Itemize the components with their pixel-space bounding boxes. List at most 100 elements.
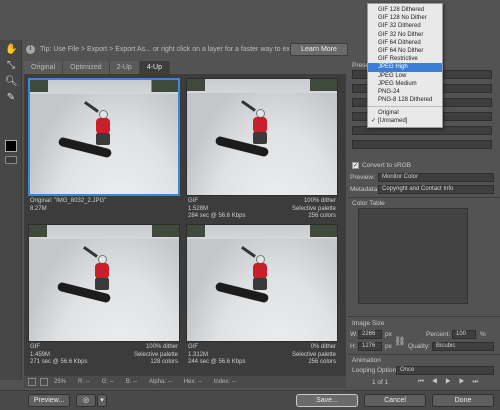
pane-download-time: 244 sec @ 56.6 Kbps xyxy=(188,359,246,365)
pane-format: GIF xyxy=(188,344,198,350)
pane-info: GIF 1.459M 271 sec @ 56.6 Kbps 100% dith… xyxy=(28,342,180,368)
readout-b: B: -- xyxy=(125,379,138,385)
menu-item-png24[interactable]: PNG-24 xyxy=(368,88,442,96)
color-table-label: Color Table xyxy=(352,200,385,207)
done-button[interactable]: Done xyxy=(432,394,494,407)
zoom-level[interactable]: 25% xyxy=(54,379,66,385)
menu-item-gif32nodith[interactable]: GIF 32 No Dither xyxy=(368,31,442,39)
width-label: W: xyxy=(350,331,358,338)
menu-item-original[interactable]: Original xyxy=(368,109,442,117)
menu-item-gif128nodith[interactable]: GIF 128 No Dither xyxy=(368,14,442,22)
pane-format: GIF xyxy=(188,198,198,204)
pane-palette: Selective palette xyxy=(133,351,178,358)
readout-index: Index: -- xyxy=(213,379,236,385)
menu-item-jpeglow[interactable]: JPEG Low xyxy=(368,72,442,80)
pane-dither: 100% dither xyxy=(303,198,336,204)
menu-item-unnamed[interactable]: ✓ [Unnamed] xyxy=(368,117,442,125)
pane-info: Original: "IMG_8032_2.JPG" 8.27M xyxy=(28,196,180,222)
width-unit: px xyxy=(385,331,392,338)
tab-original[interactable]: Original xyxy=(24,61,64,74)
preview-pane-optimized-3[interactable]: GIF 1.312M 244 sec @ 56.6 Kbps 0% dither… xyxy=(186,224,338,368)
pane-dither: 0% dither xyxy=(310,344,336,350)
preview-image[interactable] xyxy=(186,78,338,196)
zoom-out-icon[interactable] xyxy=(28,378,36,386)
menu-item-gif64dith[interactable]: GIF 64 Dithered xyxy=(368,39,442,47)
divider xyxy=(348,197,500,198)
readout-g: G: -- xyxy=(101,379,114,385)
convert-srgb-checkbox[interactable]: ✓ xyxy=(352,162,359,169)
menu-item-gif64nodith[interactable]: GIF 64 No Dither xyxy=(368,47,442,55)
pane-info: GIF 1.312M 244 sec @ 56.6 Kbps 0% dither… xyxy=(186,342,338,368)
pane-size: 1.312M xyxy=(188,351,209,358)
hand-tool-icon[interactable]: ✋ xyxy=(5,44,17,56)
divider xyxy=(348,316,500,317)
preview-select[interactable]: Monitor Color xyxy=(378,173,494,182)
quality-select[interactable]: Bicubic xyxy=(432,342,494,351)
pane-size: 1.528M xyxy=(188,205,209,212)
eyedropper-color-swatch[interactable] xyxy=(5,140,17,152)
cancel-button[interactable]: Cancel xyxy=(364,394,426,407)
toggle-slices-icon[interactable] xyxy=(5,156,17,164)
view-tabs: Original Optimized 2-Up 4-Up xyxy=(24,61,171,74)
menu-item-jpeghigh[interactable]: JPEG High xyxy=(368,63,442,72)
height-input[interactable]: 1276 xyxy=(358,342,382,351)
metadata-label: Metadata: xyxy=(350,186,379,193)
preview-image[interactable] xyxy=(28,224,180,342)
format-options-5[interactable] xyxy=(352,140,492,149)
readout-r: R: -- xyxy=(78,379,90,385)
menu-item-unnamed-label: [Unnamed] xyxy=(378,118,408,125)
pane-palette: Selective palette xyxy=(291,351,336,358)
slice-select-tool-icon[interactable]: ⤡ xyxy=(5,60,17,72)
image-size-label: Image Size xyxy=(352,320,385,327)
pane-format: Original: "IMG_8032_2.JPG" xyxy=(30,198,107,204)
height-label: H: xyxy=(350,343,357,350)
preview-pane-optimized-2[interactable]: GIF 1.459M 271 sec @ 56.6 Kbps 100% dith… xyxy=(28,224,180,368)
preview-pane-original[interactable]: Original: "IMG_8032_2.JPG" 8.27M xyxy=(28,78,180,222)
zoom-in-icon[interactable] xyxy=(40,378,48,386)
width-input[interactable]: 2266 xyxy=(358,330,382,339)
pane-format: GIF xyxy=(30,344,40,350)
browser-menu-chevron-icon[interactable]: ▾ xyxy=(97,394,107,407)
tab-4-up[interactable]: 4-Up xyxy=(139,61,171,74)
pane-colors: 256 colors xyxy=(308,359,336,365)
menu-item-png8[interactable]: PNG-8 128 Dithered xyxy=(368,96,442,104)
menu-item-gif128dith[interactable]: GIF 128 Dithered xyxy=(368,6,442,14)
pane-size: 1.459M xyxy=(30,351,51,358)
status-bar: 25% R: -- G: -- B: -- Alpha: -- Hex: -- … xyxy=(24,376,346,388)
color-table[interactable] xyxy=(358,208,468,304)
tab-optimized[interactable]: Optimized xyxy=(63,61,110,74)
tab-2-up[interactable]: 2-Up xyxy=(109,61,140,74)
frame-controls[interactable]: ⏮ ◀ ▶ ▶ ⏭ xyxy=(418,378,481,386)
preview-label: Preview: xyxy=(350,174,375,181)
preview-canvas: Original: "IMG_8032_2.JPG" 8.27M GIF 1.5… xyxy=(24,74,346,376)
menu-item-gifrestrictive[interactable]: GIF Restrictive xyxy=(368,55,442,63)
pane-info: GIF 1.528M 284 sec @ 56.6 Kbps 100% dith… xyxy=(186,196,338,222)
preview-image[interactable] xyxy=(28,78,180,196)
preview-pane-optimized-1[interactable]: GIF 1.528M 284 sec @ 56.6 Kbps 100% dith… xyxy=(186,78,338,222)
tip-text: Tip: Use File > Export > Export As... or… xyxy=(40,45,325,53)
pane-colors: 128 colors xyxy=(150,359,178,365)
link-icon[interactable]: ⛓ xyxy=(394,336,405,347)
looping-label: Looping Options: xyxy=(352,367,402,374)
pane-colors: 256 colors xyxy=(308,213,336,219)
percent-input[interactable]: 100 xyxy=(452,330,476,339)
save-button[interactable]: Save... xyxy=(296,394,358,407)
eyedropper-tool-icon[interactable]: ✎ xyxy=(5,92,17,104)
pane-download-time: 284 sec @ 56.6 Kbps xyxy=(188,213,246,219)
checkmark-icon: ✓ xyxy=(371,118,377,125)
metadata-select[interactable]: Copyright and Contact Info xyxy=(378,185,494,194)
preview-image[interactable] xyxy=(186,224,338,342)
menu-item-jpegmedium[interactable]: JPEG Medium xyxy=(368,80,442,88)
menu-item-gif32dith[interactable]: GIF 32 Dithered xyxy=(368,22,442,30)
pane-size: 8.27M xyxy=(30,205,47,212)
animation-label: Animation xyxy=(352,357,381,364)
quality-label: Quality: xyxy=(408,343,431,350)
preview-button[interactable]: Preview... xyxy=(28,394,70,407)
height-unit: px xyxy=(385,343,392,350)
learn-more-button[interactable]: Learn More xyxy=(290,43,348,56)
browser-preview-icon[interactable]: ◎ xyxy=(76,394,96,407)
pane-download-time: 271 sec @ 56.6 Kbps xyxy=(30,359,88,365)
zoom-tool-icon[interactable]: 🔍︎ xyxy=(5,76,18,88)
info-icon: i xyxy=(26,44,35,54)
looping-select[interactable]: Once xyxy=(396,366,494,375)
